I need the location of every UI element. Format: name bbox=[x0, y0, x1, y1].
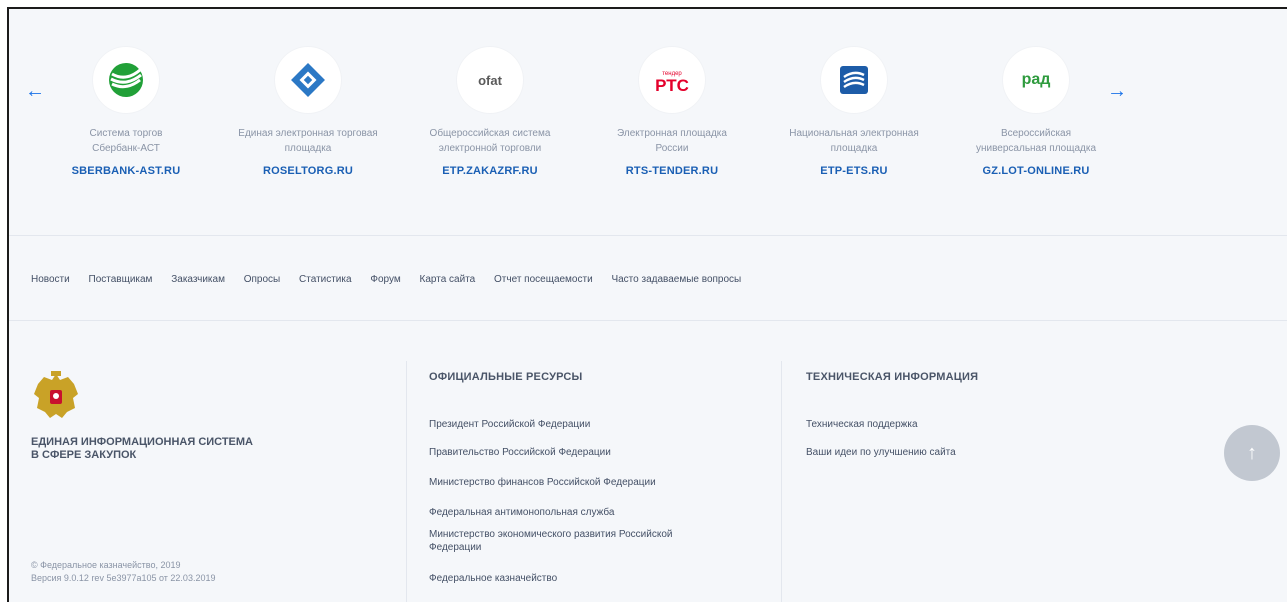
coat-of-arms-icon bbox=[29, 368, 83, 422]
link-government[interactable]: Правительство Российской Федерации bbox=[429, 446, 611, 459]
partner-zakazrf[interactable]: ofat Общероссийская система электронной т… bbox=[395, 47, 585, 177]
system-title: ЕДИНАЯ ИНФОРМАЦИОННАЯ СИСТЕМА В СФЕРЕ ЗА… bbox=[31, 436, 253, 461]
nav-item-customers[interactable]: Заказчикам bbox=[171, 274, 225, 285]
partner-link[interactable]: ETP-ETS.RU bbox=[759, 165, 949, 177]
link-site-ideas[interactable]: Ваши идеи по улучшению сайта bbox=[806, 446, 956, 459]
sberbank-logo bbox=[93, 47, 159, 113]
scroll-to-top-button[interactable]: ↑ bbox=[1224, 425, 1280, 481]
lot-online-logo: рад bbox=[1003, 47, 1069, 113]
partner-link[interactable]: GZ.LOT-ONLINE.RU bbox=[941, 165, 1131, 177]
footer-nav: Новости Поставщикам Заказчикам Опросы Ст… bbox=[31, 274, 757, 285]
partner-lot-online[interactable]: рад Всероссийская универсальная площадка … bbox=[941, 47, 1131, 177]
nav-item-polls[interactable]: Опросы bbox=[244, 274, 281, 285]
partner-sberbank-ast[interactable]: Система торгов Сбербанк-АСТ SBERBANK-AST.… bbox=[31, 47, 221, 177]
carousel-next-arrow[interactable]: → bbox=[1105, 79, 1129, 103]
nav-item-sitemap[interactable]: Карта сайта bbox=[420, 274, 476, 285]
copyright-info: © Федеральное казначейство, 2019 Версия … bbox=[31, 560, 216, 583]
partner-link[interactable]: RTS-TENDER.RU bbox=[577, 165, 767, 177]
partner-etp-ets[interactable]: Национальная электронная площадка ETP-ETS… bbox=[759, 47, 949, 177]
partner-roseltorg[interactable]: Единая электронная торговая площадка ROSE… bbox=[213, 47, 403, 177]
column-divider bbox=[406, 361, 407, 602]
partner-desc: Всероссийская универсальная площадка bbox=[975, 128, 1097, 154]
nav-item-forum[interactable]: Форум bbox=[370, 274, 400, 285]
link-treasury[interactable]: Федеральное казначейство bbox=[429, 572, 557, 585]
partner-desc: Общероссийская система электронной торгов… bbox=[429, 128, 551, 154]
rts-tender-logo: тендер РТС bbox=[639, 47, 705, 113]
nav-item-news[interactable]: Новости bbox=[31, 274, 70, 285]
link-fas[interactable]: Федеральная антимонопольная служба bbox=[429, 506, 614, 519]
nav-item-suppliers[interactable]: Поставщикам bbox=[89, 274, 153, 285]
nav-item-faq[interactable]: Часто задаваемые вопросы bbox=[611, 274, 741, 285]
partner-desc: Национальная электронная площадка bbox=[789, 128, 919, 154]
divider bbox=[9, 235, 1287, 236]
zakazrf-logo: ofat bbox=[457, 47, 523, 113]
partner-desc: Единая электронная торговая площадка bbox=[238, 128, 378, 154]
partner-link[interactable]: ROSELTORG.RU bbox=[213, 165, 403, 177]
partner-link[interactable]: SBERBANK-AST.RU bbox=[31, 165, 221, 177]
tech-info-heading: ТЕХНИЧЕСКАЯ ИНФОРМАЦИЯ bbox=[806, 371, 979, 383]
link-mineconomy[interactable]: Министерство экономического развития Рос… bbox=[429, 528, 672, 554]
column-divider bbox=[781, 361, 782, 602]
nav-item-statistics[interactable]: Статистика bbox=[299, 274, 352, 285]
link-minfin[interactable]: Министерство финансов Российской Федерац… bbox=[429, 476, 656, 489]
partner-link[interactable]: ETP.ZAKAZRF.RU bbox=[395, 165, 585, 177]
arrow-up-icon: ↑ bbox=[1247, 442, 1257, 464]
link-president[interactable]: Президент Российской Федерации bbox=[429, 418, 590, 431]
etp-ets-logo bbox=[821, 47, 887, 113]
partner-desc: Электронная площадка России bbox=[617, 128, 727, 154]
partner-rts-tender[interactable]: тендер РТС Электронная площадка России RT… bbox=[577, 47, 767, 177]
nav-item-attendance-report[interactable]: Отчет посещаемости bbox=[494, 274, 593, 285]
partner-desc: Система торгов Сбербанк-АСТ bbox=[89, 128, 163, 154]
divider bbox=[9, 320, 1287, 321]
page-frame: ← Система торгов Сбербанк-АСТ SBERBANK-AS… bbox=[7, 7, 1287, 602]
official-resources-heading: ОФИЦИАЛЬНЫЕ РЕСУРСЫ bbox=[429, 371, 583, 383]
link-tech-support[interactable]: Техническая поддержка bbox=[806, 418, 918, 431]
roseltorg-logo bbox=[275, 47, 341, 113]
